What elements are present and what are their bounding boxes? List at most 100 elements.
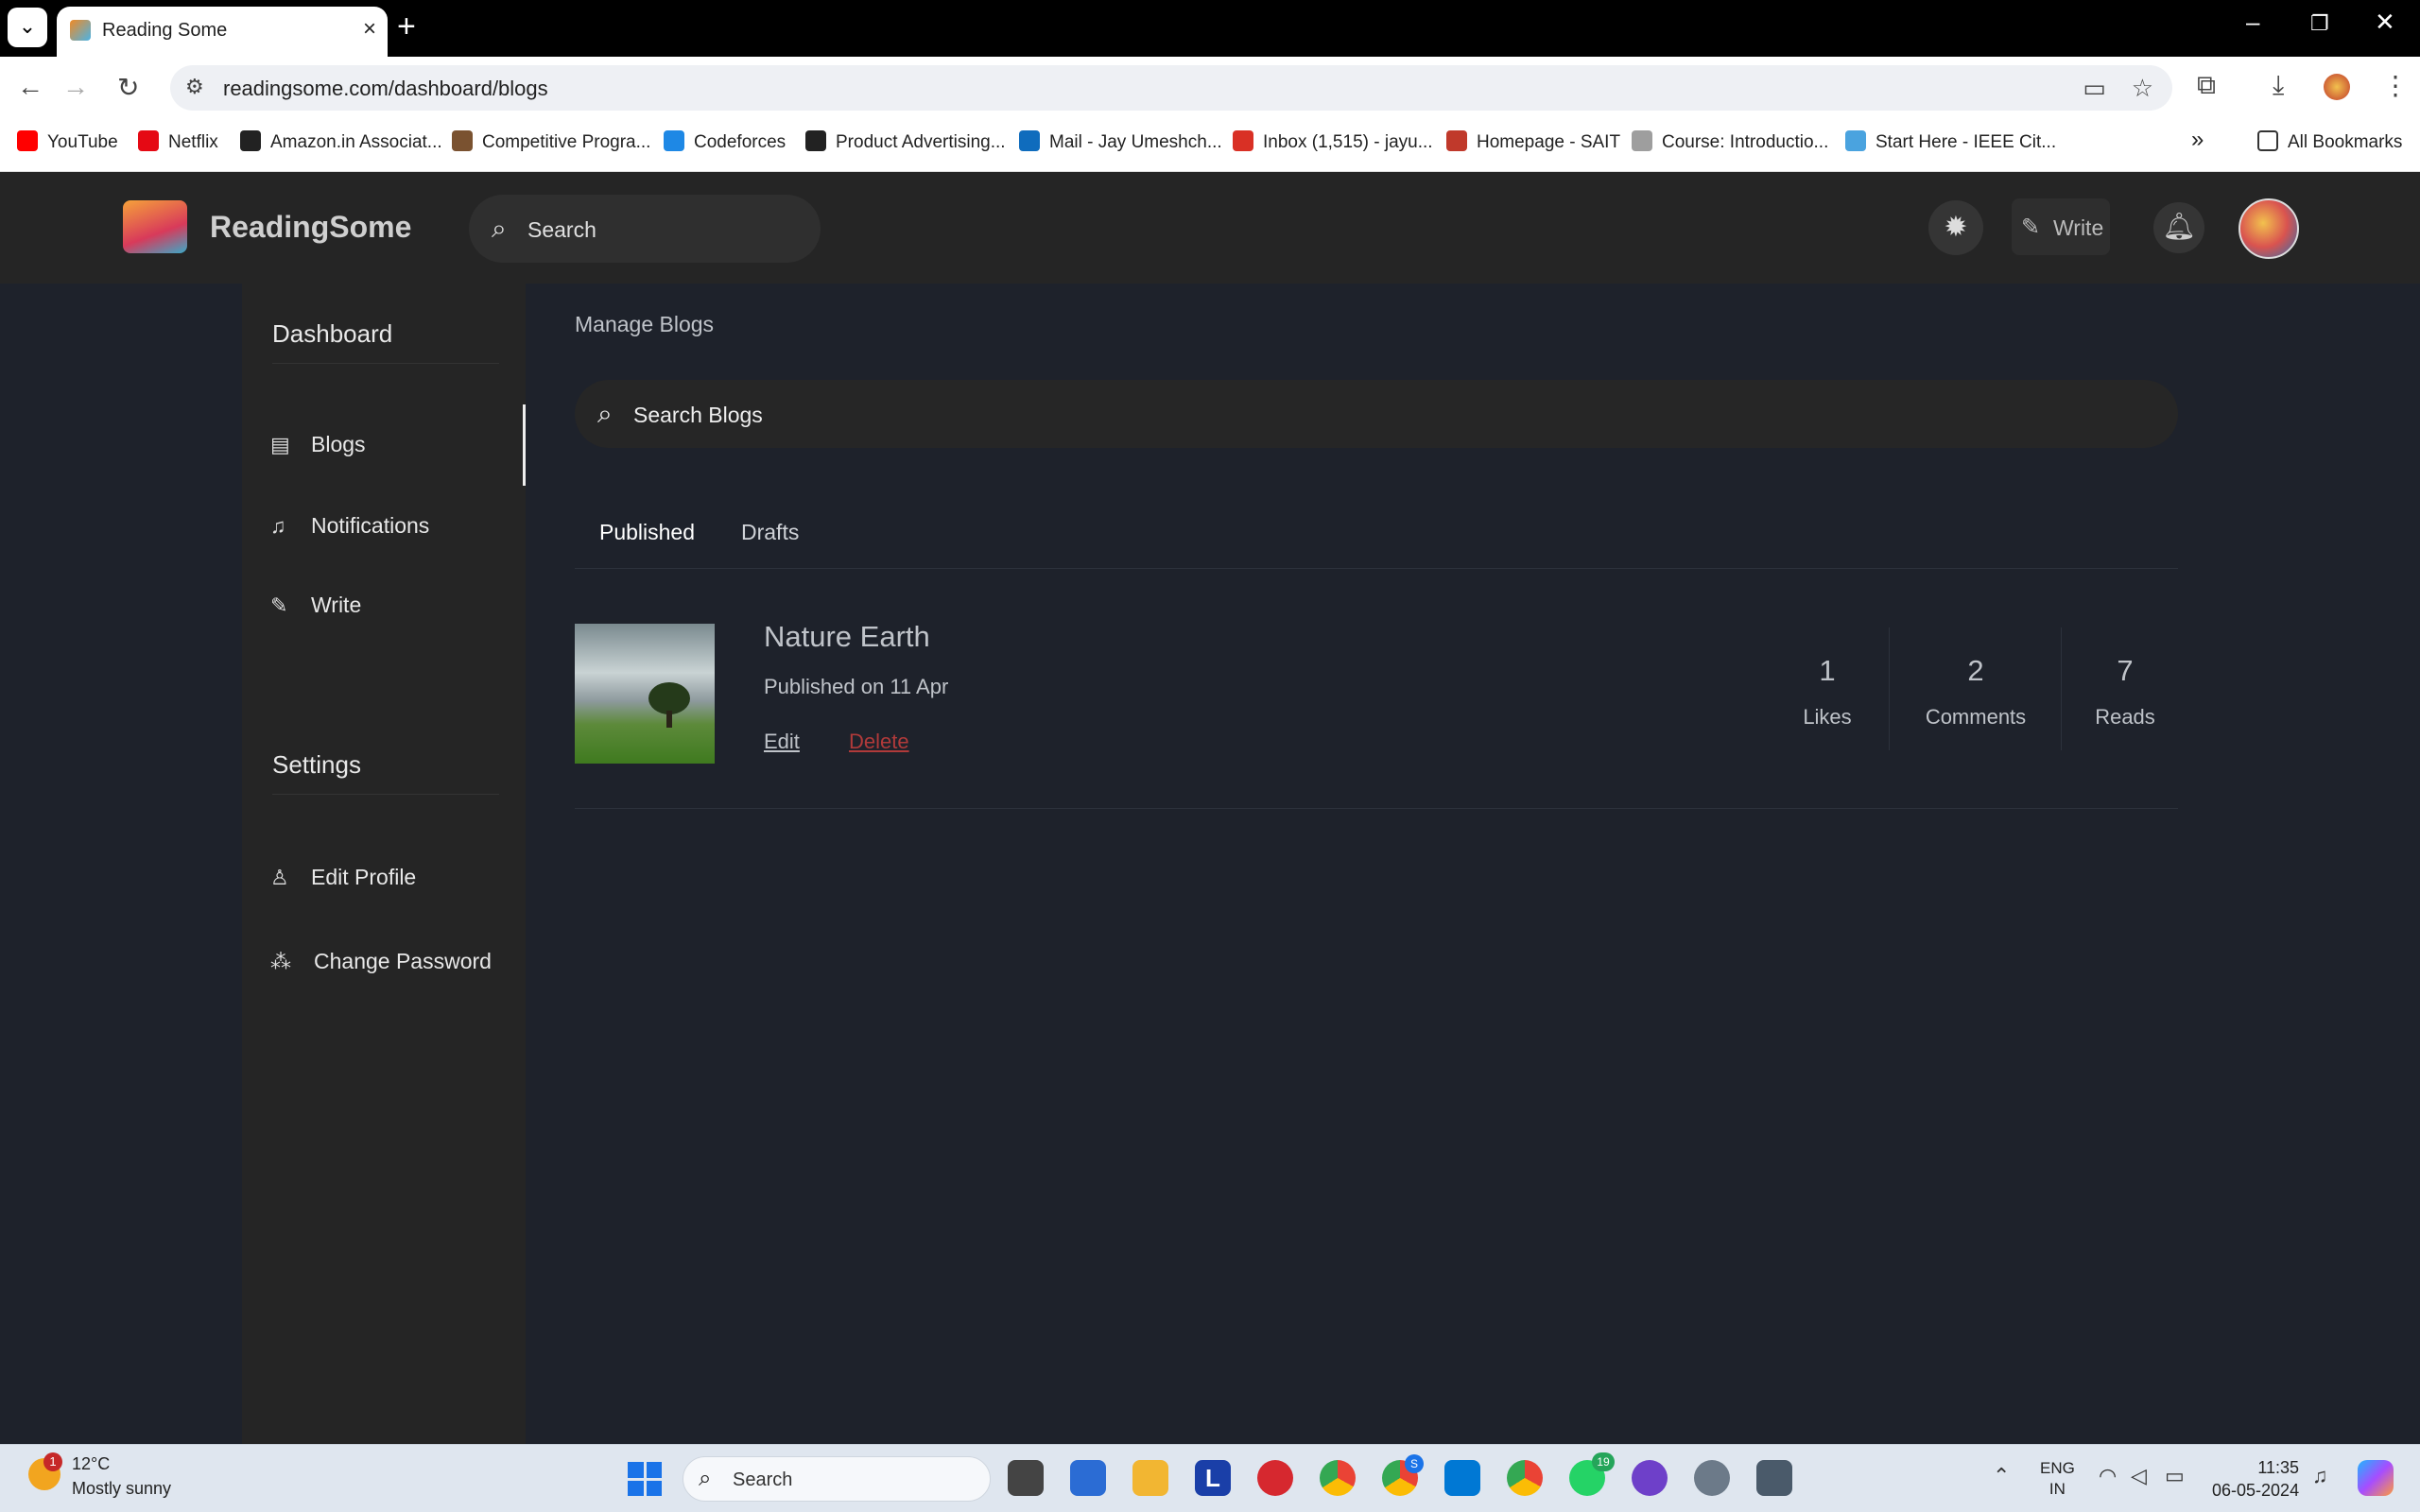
bookmark-course[interactable]: Course: Introductio... — [1632, 130, 1828, 153]
clock[interactable]: 11:35 06-05-2024 — [2212, 1456, 2299, 1502]
forward-icon[interactable]: → — [62, 72, 89, 102]
delete-blog-link[interactable]: Delete — [849, 730, 909, 754]
minimize-icon[interactable]: – — [2246, 8, 2259, 37]
site-info-icon[interactable]: ⚙ — [185, 75, 204, 99]
write-button[interactable]: ✎ Write — [2012, 198, 2110, 255]
folder-icon — [2257, 130, 2278, 151]
sidebar-item-edit-profile[interactable]: ♙ Edit Profile — [242, 837, 526, 919]
blog-thumbnail[interactable] — [575, 624, 715, 764]
sidebar-item-notifications[interactable]: ♫ Notifications — [242, 486, 526, 567]
cloud-icon — [1845, 130, 1866, 151]
dashboard-sidebar: Dashboard ▤ Blogs ♫ Notifications ✎ Writ… — [242, 284, 526, 1444]
windows-start-icon[interactable] — [628, 1462, 662, 1496]
sidebar-item-blogs[interactable]: ▤ Blogs — [242, 404, 526, 486]
sidebar-item-change-password[interactable]: ⁂ Change Password — [242, 921, 526, 1003]
edit-blog-link[interactable]: Edit — [764, 730, 800, 754]
show-hidden-icons-icon[interactable]: ⌃ — [1993, 1464, 2010, 1488]
outlook-icon — [1019, 130, 1040, 151]
all-bookmarks-button[interactable]: All Bookmarks — [2257, 130, 2402, 153]
calculator-icon[interactable] — [1756, 1460, 1792, 1496]
bookmark-mail[interactable]: Mail - Jay Umeshch... — [1019, 130, 1222, 153]
bookmarks-bar: YouTube Netflix Amazon.in Associat... Co… — [0, 119, 2420, 172]
taskbar-search-input[interactable]: ⌕ Search — [683, 1456, 991, 1502]
header-search-input[interactable]: ⌕ Search — [469, 195, 821, 263]
l-app-icon[interactable]: L — [1195, 1460, 1231, 1496]
wifi-icon[interactable]: ◠ — [2099, 1464, 2117, 1488]
browser-tab[interactable]: Reading Some × — [57, 7, 388, 57]
weather-temperature[interactable]: 12°C — [72, 1454, 110, 1474]
reads-count: 7 — [2117, 654, 2134, 687]
stat-divider — [1889, 627, 1890, 750]
edit-icon: ✎ — [270, 593, 288, 617]
bookmark-amazon[interactable]: Amazon.in Associat... — [240, 130, 442, 153]
user-avatar[interactable] — [2238, 198, 2299, 259]
dashboard-heading: Dashboard — [272, 319, 393, 348]
search-blogs-input[interactable]: ⌕ Search Blogs — [575, 380, 2178, 448]
codeforces-icon — [664, 130, 684, 151]
bookmark-competitive[interactable]: Competitive Progra... — [452, 130, 650, 153]
comments-count: 2 — [1967, 654, 1984, 687]
comments-label: Comments — [1925, 705, 2027, 729]
volume-icon[interactable]: ◁ — [2131, 1464, 2147, 1488]
battery-icon[interactable]: ▭ — [2165, 1464, 2185, 1488]
language-indicator[interactable]: ENG IN — [2040, 1458, 2075, 1500]
bookmark-ieee[interactable]: Start Here - IEEE Cit... — [1845, 130, 2056, 153]
restore-icon[interactable]: ❐ — [2310, 11, 2329, 36]
url-text[interactable]: readingsome.com/dashboard/blogs — [223, 77, 548, 101]
bookmark-youtube[interactable]: YouTube — [17, 130, 118, 153]
copilot-icon[interactable] — [2358, 1460, 2394, 1496]
vscode-icon[interactable] — [1444, 1460, 1480, 1496]
user-icon: ♙ — [270, 866, 289, 889]
reload-icon[interactable]: ↻ — [117, 72, 139, 103]
site-favicon-icon — [70, 20, 91, 41]
notifications-bell-icon[interactable]: 🔔︎ — [2153, 202, 2204, 253]
browser-toolbar: ← → ↻ ⚙ readingsome.com/dashboard/blogs … — [0, 57, 2420, 119]
close-window-icon[interactable]: ✕ — [2375, 8, 2395, 37]
amazon-icon — [240, 130, 261, 151]
media-app-icon[interactable] — [1257, 1460, 1293, 1496]
tab-list-button[interactable]: ⌄ — [8, 8, 47, 47]
more-bookmarks-icon[interactable]: » — [2191, 127, 2204, 153]
sidebar-item-write[interactable]: ✎ Write — [242, 565, 526, 646]
weather-condition[interactable]: Mostly sunny — [72, 1479, 171, 1499]
theme-toggle-sun-icon[interactable]: ✹ — [1928, 200, 1983, 255]
task-view-icon[interactable] — [1008, 1460, 1044, 1496]
downloads-icon[interactable]: ⤓ — [2273, 70, 2284, 101]
new-tab-button[interactable]: + — [397, 9, 416, 43]
brand-name[interactable]: ReadingSome — [210, 210, 411, 245]
camera-off-icon[interactable]: ▭ — [2083, 74, 2106, 103]
extensions-icon[interactable]: ⧉ — [2197, 70, 2216, 101]
likes-label: Likes — [1803, 705, 1852, 729]
tab-published[interactable]: Published — [599, 520, 695, 545]
chrome-icon[interactable] — [1320, 1460, 1356, 1496]
tab-drafts[interactable]: Drafts — [741, 520, 799, 545]
profile-avatar[interactable] — [2324, 74, 2350, 100]
back-icon[interactable]: ← — [17, 72, 43, 102]
microsoft-store-icon[interactable] — [1070, 1460, 1106, 1496]
menu-dots-icon[interactable]: ⋮ — [2382, 70, 2409, 101]
bookmark-gmail[interactable]: Inbox (1,515) - jayu... — [1233, 130, 1433, 153]
bookmark-product-advertising[interactable]: Product Advertising... — [805, 130, 1006, 153]
chrome-alt-icon[interactable] — [1507, 1460, 1543, 1496]
comments-stat: 2 Comments — [1911, 654, 2040, 730]
file-explorer-icon[interactable] — [1132, 1460, 1168, 1496]
weather-badge: 1 — [43, 1452, 62, 1471]
bookmark-netflix[interactable]: Netflix — [138, 130, 218, 153]
likes-count: 1 — [1819, 654, 1836, 687]
readingsome-logo[interactable] — [123, 200, 187, 253]
notification-bell-icon[interactable]: ♫ — [2312, 1464, 2328, 1488]
github-desktop-icon[interactable] — [1632, 1460, 1668, 1496]
blog-tabs: Published Drafts — [575, 510, 2178, 569]
settings-heading: Settings — [272, 750, 361, 779]
document-icon: ▤ — [270, 433, 290, 456]
bell-icon: ♫ — [270, 514, 286, 538]
tree-shape — [648, 682, 690, 714]
bookmark-sait[interactable]: Homepage - SAIT — [1446, 130, 1620, 153]
bookmark-star-icon[interactable]: ☆ — [2132, 74, 2153, 103]
blog-title[interactable]: Nature Earth — [764, 620, 930, 654]
page-title: Manage Blogs — [575, 312, 715, 336]
close-tab-icon[interactable]: × — [363, 16, 376, 43]
bookmark-codeforces[interactable]: Codeforces — [664, 130, 786, 153]
address-bar[interactable]: ⚙ readingsome.com/dashboard/blogs ▭ ☆ — [170, 65, 2172, 111]
settings-gear-icon[interactable] — [1694, 1460, 1730, 1496]
